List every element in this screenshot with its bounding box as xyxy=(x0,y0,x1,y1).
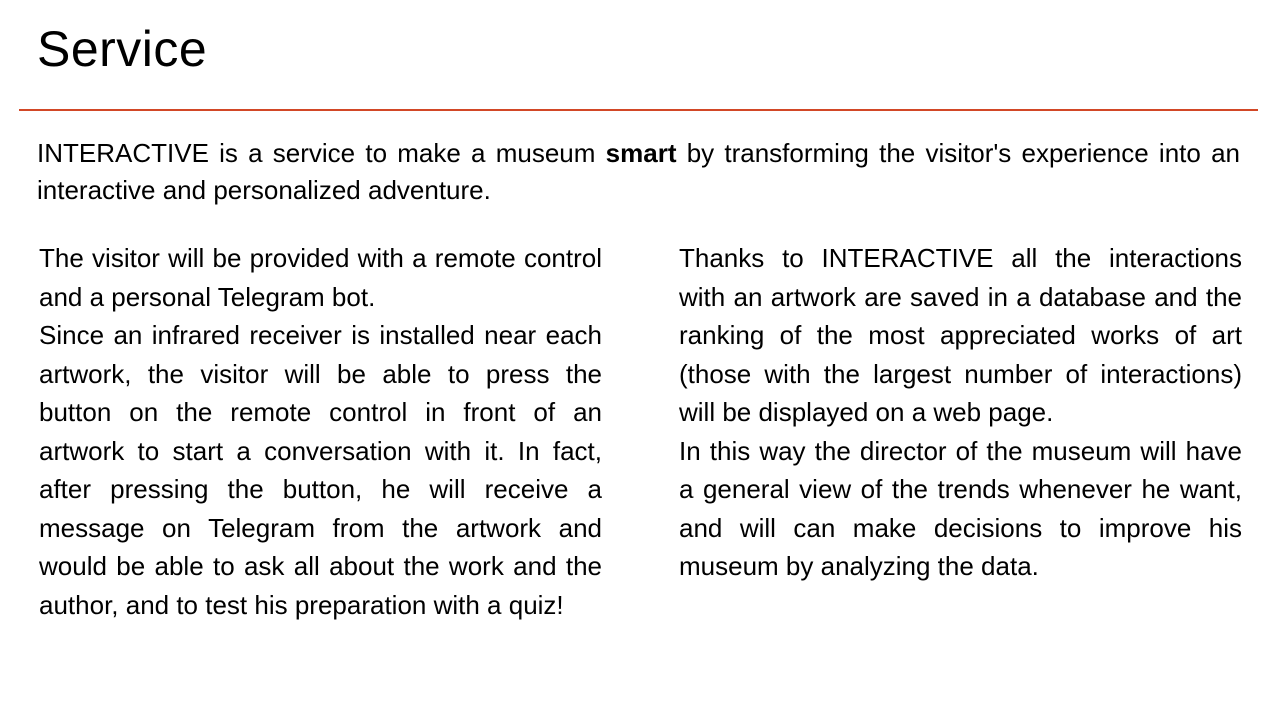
intro-text-before: INTERACTIVE is a service to make a museu… xyxy=(37,138,606,168)
left-column: The visitor will be provided with a remo… xyxy=(39,239,602,624)
right-paragraph-2: In this way the director of the museum w… xyxy=(679,435,1242,582)
right-paragraph-1: Thanks to INTERACTIVE all the interactio… xyxy=(679,243,1242,427)
slide: Service INTERACTIVE is a service to make… xyxy=(0,0,1280,720)
title-divider xyxy=(19,109,1258,111)
slide-title: Service xyxy=(37,21,208,77)
right-column: Thanks to INTERACTIVE all the interactio… xyxy=(679,239,1242,586)
intro-emphasis: smart xyxy=(605,138,677,168)
left-paragraph-1: The visitor will be provided with a remo… xyxy=(39,243,602,312)
intro-paragraph: INTERACTIVE is a service to make a museu… xyxy=(37,135,1240,209)
left-paragraph-2: Since an infrared receiver is installed … xyxy=(39,320,602,620)
